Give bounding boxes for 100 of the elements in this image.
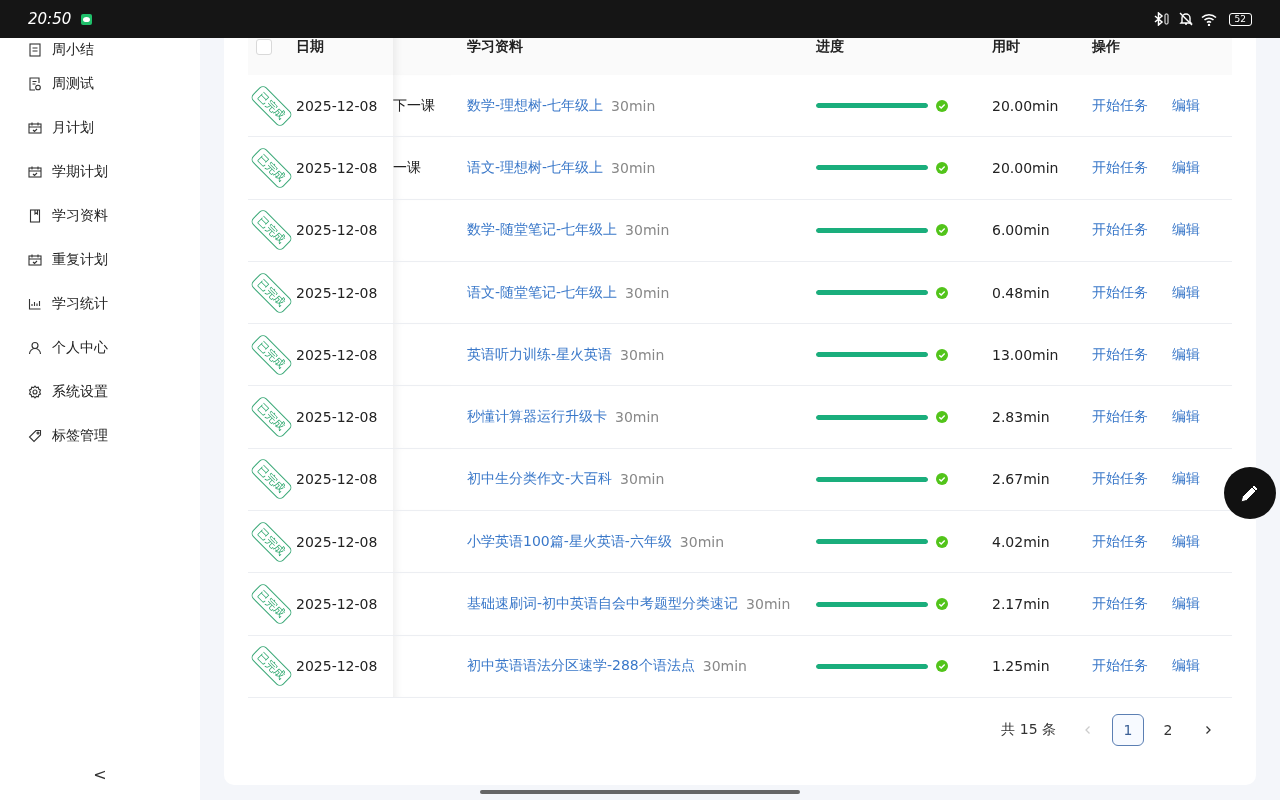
- calendar-icon: [28, 253, 42, 267]
- collapse-button[interactable]: <: [87, 763, 113, 786]
- date-cell: 2025-12-08: [296, 222, 378, 239]
- check-circle-icon: [936, 598, 948, 610]
- duration-text: 30min: [620, 346, 665, 363]
- tag-icon: [28, 429, 42, 443]
- chat-app-icon: [81, 13, 93, 25]
- action-link[interactable]: 开始任务: [1092, 283, 1148, 302]
- time-used-cell: 13.00min: [992, 346, 1059, 363]
- duration-text: 30min: [620, 471, 665, 488]
- material-link[interactable]: 英语听力训练-星火英语: [467, 345, 613, 364]
- material-link[interactable]: 数学-理想树-七年级上: [467, 96, 604, 115]
- material-link[interactable]: 初中英语语法分区速学-288个语法点: [467, 657, 695, 676]
- time-used-cell: 2.67min: [992, 471, 1050, 488]
- time-used-cell: 6.00min: [992, 222, 1050, 239]
- time-used-cell: 1.25min: [992, 658, 1050, 675]
- sidebar-item[interactable]: 学期计划: [0, 150, 200, 194]
- sidebar-item[interactable]: 学习统计: [0, 282, 200, 326]
- date-cell: 2025-12-08: [296, 97, 378, 114]
- duration-text: 30min: [615, 409, 660, 426]
- sidebar-item[interactable]: 个人中心: [0, 326, 200, 370]
- chevron-right-icon: [1203, 724, 1213, 735]
- bluetooth-icon: [1152, 12, 1171, 26]
- table-cell: 一课: [393, 158, 421, 177]
- check-circle-icon: [936, 224, 948, 237]
- material-link[interactable]: 小学英语100篇-星火英语-六年级: [467, 532, 672, 551]
- action-link[interactable]: 编辑: [1172, 408, 1200, 427]
- material-link[interactable]: 初中生分类作文-大百科: [467, 470, 613, 489]
- action-link[interactable]: 开始任务: [1092, 345, 1148, 364]
- action-link[interactable]: 编辑: [1172, 158, 1200, 177]
- action-link[interactable]: 编辑: [1172, 283, 1200, 302]
- sidebar-item[interactable]: 周测试: [0, 62, 200, 106]
- duration-text: 30min: [746, 596, 791, 612]
- date-cell: 2025-12-08: [296, 346, 378, 363]
- battery-indicator: 52: [1228, 12, 1252, 26]
- clock: 20:50: [28, 10, 72, 28]
- date-cell: 2025-12-08: [296, 284, 378, 301]
- time-used-cell: 2.17min: [992, 596, 1050, 612]
- action-link[interactable]: 开始任务: [1092, 470, 1148, 489]
- action-link[interactable]: 开始任务: [1092, 408, 1148, 427]
- duration-text: 30min: [625, 284, 670, 301]
- person-icon: [28, 341, 42, 355]
- settings-icon: [28, 385, 42, 399]
- time-used-cell: 20.00min: [992, 97, 1059, 114]
- check-circle-icon: [936, 473, 948, 486]
- column-header: 操作: [1092, 38, 1120, 56]
- material-link[interactable]: 语文-随堂笔记-七年级上: [467, 283, 618, 302]
- total-count: 共 15 条: [1001, 720, 1056, 739]
- sidebar-item[interactable]: 学习资料: [0, 194, 200, 238]
- sidebar-item[interactable]: 周小结: [0, 38, 200, 62]
- calendar-icon: [28, 121, 42, 135]
- action-link[interactable]: 开始任务: [1092, 221, 1148, 240]
- duration-text: 30min: [611, 97, 656, 114]
- action-link[interactable]: 编辑: [1172, 595, 1200, 613]
- page-button[interactable]: 1: [1112, 713, 1144, 746]
- material-link[interactable]: 秒懂计算器运行升级卡: [467, 408, 607, 427]
- action-link[interactable]: 编辑: [1172, 96, 1200, 115]
- action-link[interactable]: 编辑: [1172, 345, 1200, 364]
- duration-text: 30min: [702, 658, 747, 675]
- sidebar-item[interactable]: 月计划: [0, 106, 200, 150]
- action-link[interactable]: 编辑: [1172, 470, 1200, 489]
- action-link[interactable]: 编辑: [1172, 657, 1200, 676]
- material-link[interactable]: 基础速刷词-初中英语自会中考题型分类速记: [467, 595, 739, 613]
- duration-text: 30min: [679, 533, 725, 550]
- page-button[interactable]: 2: [1152, 713, 1184, 746]
- date-cell: 2025-12-08: [296, 159, 378, 176]
- time-used-cell: 0.48min: [992, 284, 1050, 301]
- check-circle-icon: [936, 348, 948, 361]
- column-header: 进度: [816, 38, 844, 56]
- date-cell: 2025-12-08: [296, 658, 378, 675]
- home-indicator[interactable]: [480, 790, 800, 794]
- time-used-cell: 2.83min: [992, 409, 1050, 426]
- sidebar-item[interactable]: 系统设置: [0, 370, 200, 414]
- edit-button[interactable]: [1224, 467, 1276, 519]
- duration-text: 30min: [625, 222, 670, 239]
- action-link[interactable]: 开始任务: [1092, 532, 1148, 551]
- table-cell: 下一课: [393, 96, 435, 115]
- date-cell: 2025-12-08: [296, 409, 378, 426]
- date-cell: 2025-12-08: [296, 533, 378, 550]
- action-link[interactable]: 编辑: [1172, 532, 1200, 551]
- check-circle-icon: [936, 286, 948, 299]
- action-link[interactable]: 开始任务: [1092, 657, 1148, 676]
- material-link[interactable]: 语文-理想树-七年级上: [467, 158, 604, 177]
- sidebar-item[interactable]: 重复计划: [0, 238, 200, 282]
- action-link[interactable]: 开始任务: [1092, 158, 1148, 177]
- select-all-checkbox[interactable]: [256, 39, 272, 55]
- book-icon: [28, 209, 42, 223]
- time-used-cell: 4.02min: [992, 533, 1050, 550]
- action-link[interactable]: 开始任务: [1092, 595, 1148, 613]
- date-cell: 2025-12-08: [296, 471, 378, 488]
- sidebar-item[interactable]: 标签管理: [0, 414, 200, 458]
- material-link[interactable]: 数学-随堂笔记-七年级上: [467, 221, 618, 240]
- document-check-icon: [28, 77, 42, 91]
- action-link[interactable]: 编辑: [1172, 221, 1200, 240]
- check-circle-icon: [936, 660, 948, 673]
- column-header: 用时: [992, 38, 1020, 56]
- action-link[interactable]: 开始任务: [1092, 96, 1148, 115]
- column-header: 日期: [296, 38, 324, 56]
- check-circle-icon: [936, 535, 948, 548]
- duration-text: 30min: [611, 159, 656, 176]
